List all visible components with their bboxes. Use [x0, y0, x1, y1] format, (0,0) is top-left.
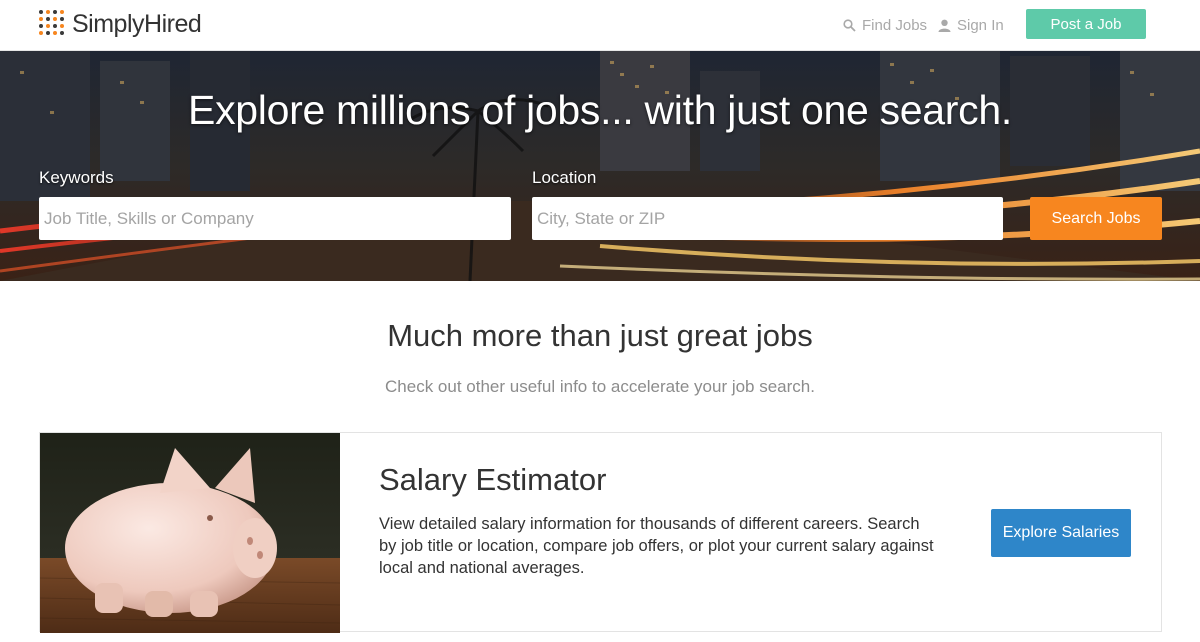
city-night-background-image — [0, 51, 1200, 281]
salary-estimator-title: Salary Estimator — [379, 462, 607, 497]
user-icon — [938, 19, 951, 32]
hero-search-banner: Explore millions of jobs... with just on… — [0, 51, 1200, 281]
explore-salaries-button[interactable]: Explore Salaries — [991, 509, 1131, 557]
search-icon — [843, 19, 856, 32]
section-title: Much more than just great jobs — [387, 318, 813, 353]
top-header: SimplyHired Find Jobs Sign In Post a Job — [0, 0, 1200, 51]
keywords-input[interactable] — [39, 197, 511, 240]
salary-estimator-card: Salary Estimator View detailed salary in… — [39, 432, 1162, 633]
hero-title: Explore millions of jobs... with just on… — [188, 87, 1012, 133]
logo[interactable]: SimplyHired — [38, 9, 202, 39]
salary-estimator-description: View detailed salary information for tho… — [379, 515, 934, 577]
nav-sign-in-label: Sign In — [957, 17, 1004, 34]
section-subtitle: Check out other useful info to accelerat… — [385, 377, 815, 396]
keywords-label: Keywords — [39, 168, 114, 187]
nav-find-jobs-label: Find Jobs — [862, 17, 928, 34]
logo-dots-icon — [38, 9, 68, 39]
logo-text: SimplyHired — [72, 9, 202, 38]
search-jobs-button[interactable]: Search Jobs — [1030, 197, 1162, 240]
nav-sign-in[interactable]: Sign In — [938, 17, 1004, 34]
nav-find-jobs[interactable]: Find Jobs — [843, 17, 927, 34]
piggy-bank-image — [40, 433, 340, 633]
location-label: Location — [532, 168, 597, 187]
post-job-button[interactable]: Post a Job — [1026, 9, 1146, 39]
location-input[interactable] — [532, 197, 1003, 240]
